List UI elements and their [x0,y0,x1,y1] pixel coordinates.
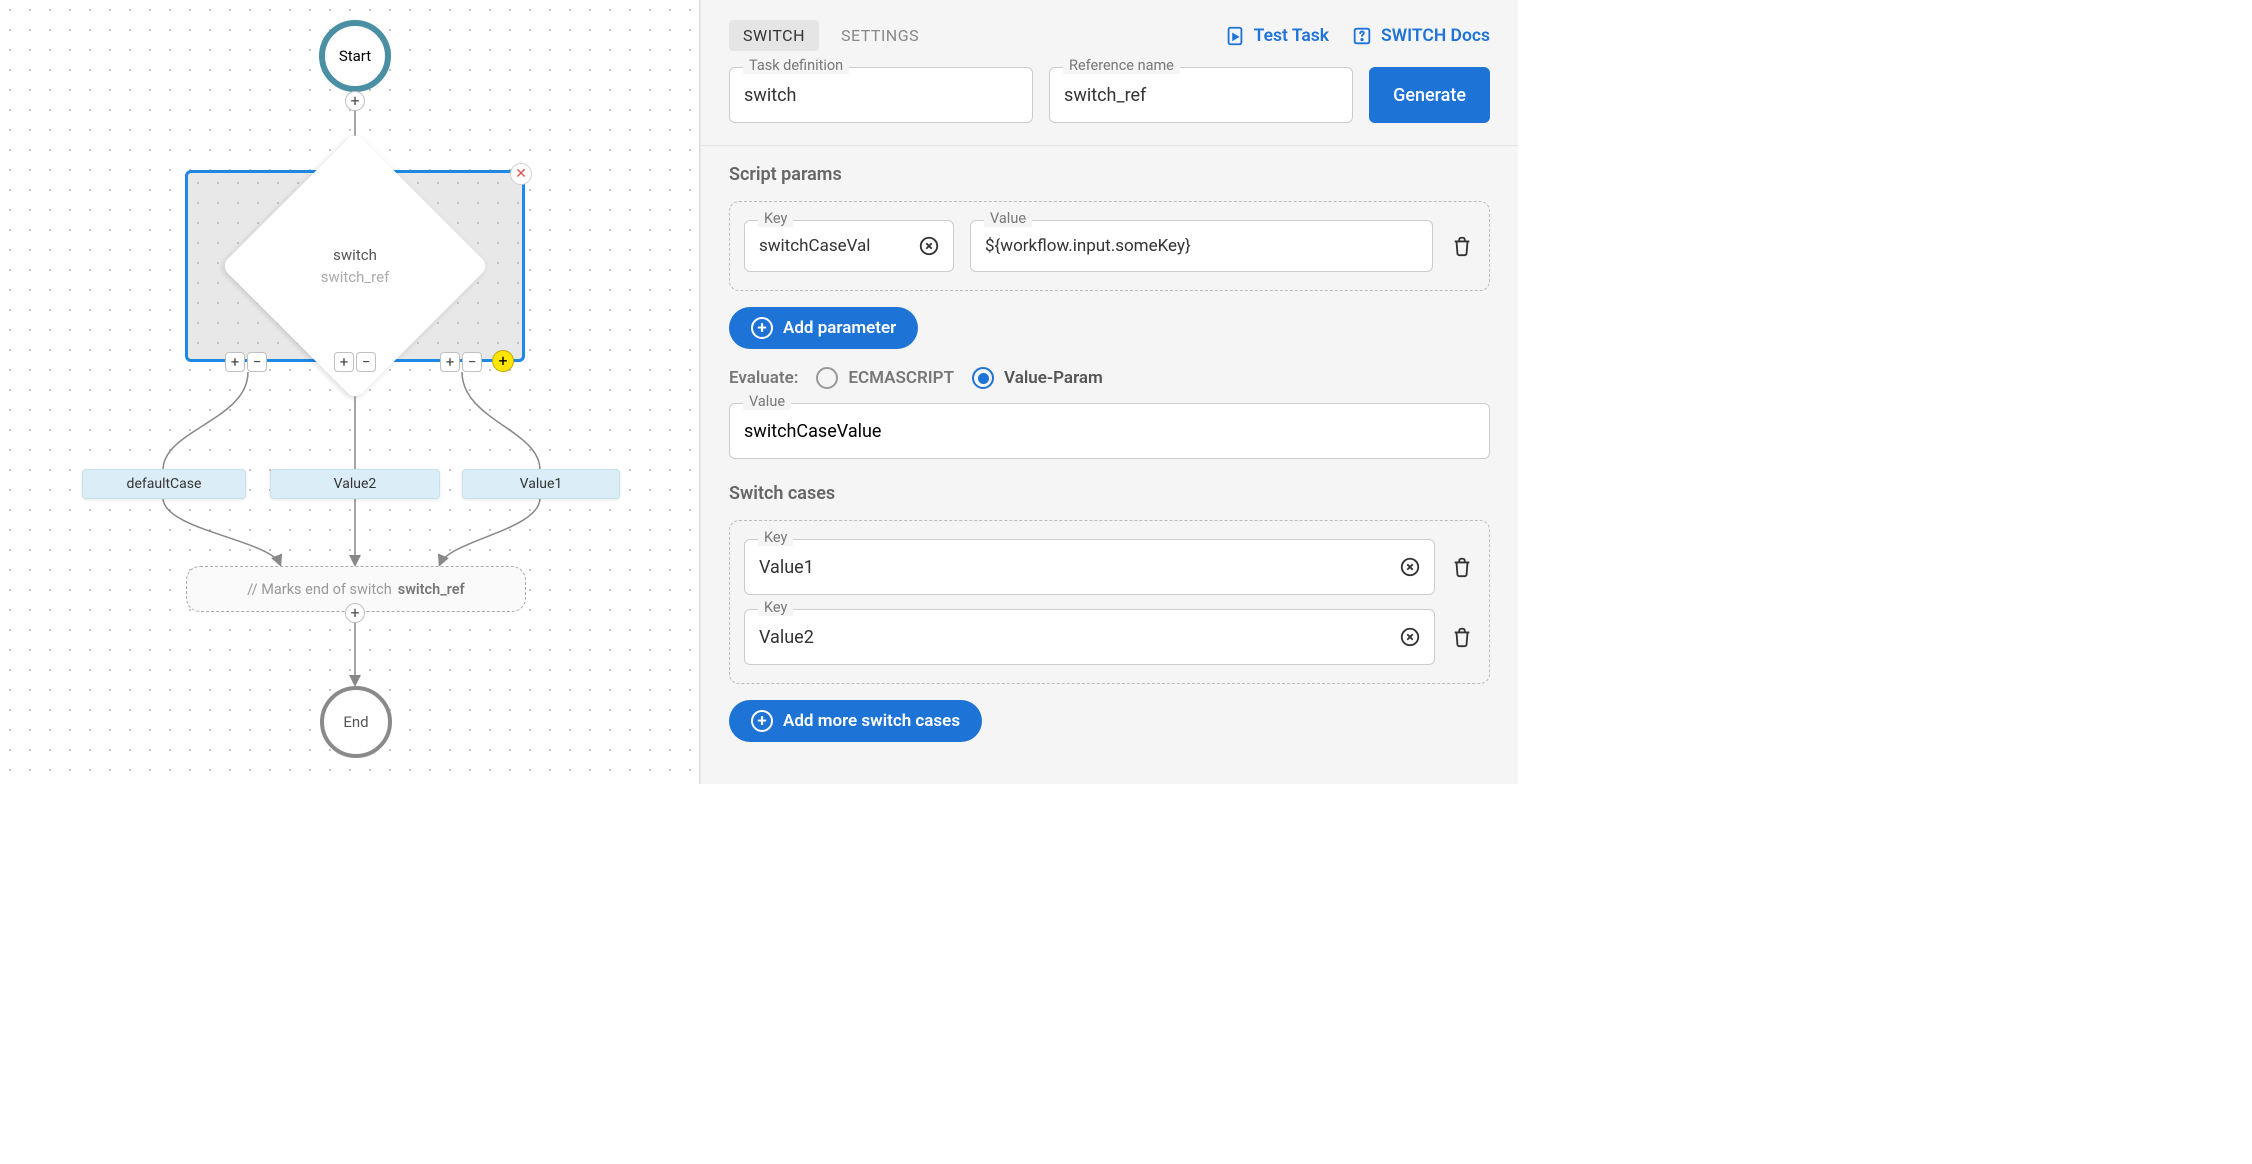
add-branch-button[interactable]: + [492,350,514,372]
tab-switch[interactable]: SWITCH [729,20,819,51]
param-row: Key Value [744,220,1475,272]
evaluate-value-field: Value [729,403,1490,459]
param-value-field: Value [970,220,1433,272]
task-definition-field: Task definition [729,67,1033,123]
case-chip-value2[interactable]: Value2 [270,469,440,499]
case2-key-field: Key [744,609,1435,665]
case1-key-input[interactable] [744,539,1435,595]
switch-cases-heading: Switch cases [729,483,1490,504]
clipboard-play-icon [1224,25,1246,47]
script-params-section: Script params Key Value [701,145,1518,760]
evaluate-row: Evaluate: ECMASCRIPT Value-Param [729,367,1490,389]
case-chip-value1[interactable]: Value1 [462,469,620,499]
evaluate-value-input[interactable] [729,403,1490,459]
case-row-2: Key [744,609,1475,665]
panel-links: Test Task SWITCH Docs [1224,25,1490,47]
delete-case1-icon[interactable] [1449,554,1475,580]
delete-case2-icon[interactable] [1449,624,1475,650]
delete-param-icon[interactable] [1449,233,1475,259]
switch-node-labels: switch switch_ref [321,246,390,286]
switch-title: switch [321,246,390,264]
case2-key-input[interactable] [744,609,1435,665]
clear-case1-icon[interactable] [1397,554,1423,580]
radio-icon [972,367,994,389]
config-panel: SWITCH SETTINGS Test Task SWITCH Docs Ta… [700,0,1518,784]
add-parameter-button[interactable]: + Add parameter [729,307,918,349]
param-key-field: Key [744,220,954,272]
case-chip-default[interactable]: defaultCase [82,469,246,499]
switch-node[interactable]: ✕ switch switch_ref [185,170,525,362]
close-icon[interactable]: ✕ [510,163,532,185]
start-node[interactable]: Start [319,20,391,92]
radio-value-param[interactable]: Value-Param [972,367,1103,389]
branch1-add[interactable]: + [225,352,245,372]
clear-key-icon[interactable] [916,233,942,259]
branch2-remove[interactable]: − [356,352,376,372]
case1-key-field: Key [744,539,1435,595]
end-label: End [343,713,368,731]
help-icon [1351,25,1373,47]
switch-cases-box: Key Key [729,520,1490,684]
reference-name-input[interactable] [1049,67,1353,123]
param-value-input[interactable] [970,220,1433,272]
end-node[interactable]: End [320,686,392,758]
case-row-1: Key [744,539,1475,595]
script-params-box: Key Value [729,201,1490,291]
workflow-canvas[interactable]: Start + ✕ switch switch_ref + − + − + − … [0,0,700,784]
add-after-start[interactable]: + [345,91,365,111]
branch2-add[interactable]: + [334,352,354,372]
generate-button[interactable]: Generate [1369,67,1490,123]
branch3-add[interactable]: + [440,352,460,372]
radio-ecmascript[interactable]: ECMASCRIPT [816,367,954,389]
add-switch-cases-button[interactable]: + Add more switch cases [729,700,982,742]
start-label: Start [339,47,371,65]
docs-link[interactable]: SWITCH Docs [1351,25,1490,47]
plus-icon: + [751,710,773,732]
clear-case2-icon[interactable] [1397,624,1423,650]
script-params-heading: Script params [729,164,1490,185]
switch-ref: switch_ref [321,268,390,286]
definition-row: Task definition Reference name Generate [701,67,1518,145]
branch1-remove[interactable]: − [247,352,267,372]
add-after-switch-end[interactable]: + [345,603,365,623]
radio-icon [816,367,838,389]
branch3-remove[interactable]: − [462,352,482,372]
panel-tabs: SWITCH SETTINGS [729,20,933,51]
reference-name-field: Reference name [1049,67,1353,123]
tab-settings[interactable]: SETTINGS [827,20,933,51]
task-definition-input[interactable] [729,67,1033,123]
test-task-link[interactable]: Test Task [1224,25,1329,47]
plus-icon: + [751,317,773,339]
